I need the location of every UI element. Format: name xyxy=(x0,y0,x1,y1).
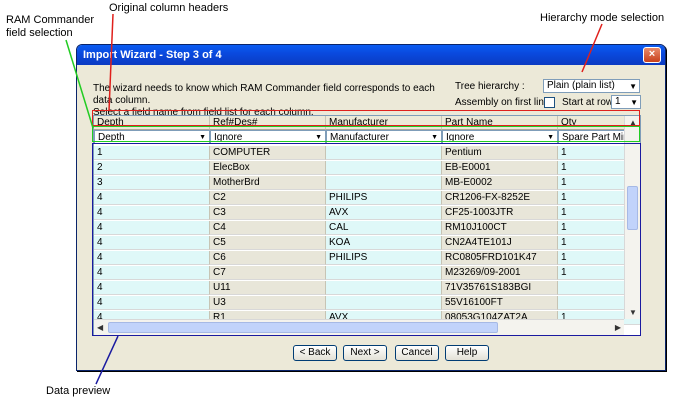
close-icon: × xyxy=(648,48,656,60)
headers-highlight-box xyxy=(92,110,640,126)
fields-highlight-box xyxy=(92,126,640,142)
title-bar: Import Wizard - Step 3 of 4 × xyxy=(77,45,665,65)
chevron-down-icon: ▼ xyxy=(629,82,637,91)
back-button[interactable]: < Back xyxy=(293,345,337,361)
start-at-row-value: 1 xyxy=(615,96,621,107)
preview-highlight-box xyxy=(92,143,641,336)
tree-hierarchy-select[interactable]: Plain (plain list) ▼ xyxy=(543,79,640,93)
callout-ram-field-line2: field selection xyxy=(6,27,73,39)
tree-hierarchy-value: Plain (plain list) xyxy=(547,80,615,91)
tree-hierarchy-label: Tree hierarchy : xyxy=(455,81,525,92)
callout-original-headers: Original column headers xyxy=(109,2,229,14)
callout-data-preview: Data preview xyxy=(46,385,111,397)
assembly-first-line-label: Assembly on first line : xyxy=(455,97,556,108)
close-button[interactable]: × xyxy=(643,47,661,63)
cancel-button[interactable]: Cancel xyxy=(395,345,439,361)
chevron-down-icon: ▼ xyxy=(630,98,638,107)
window-title: Import Wizard - Step 3 of 4 xyxy=(83,49,222,61)
callout-hierarchy: Hierarchy mode selection xyxy=(540,12,665,24)
start-at-row-label: Start at row: xyxy=(562,97,616,108)
instruction-line-1: The wizard needs to know which RAM Comma… xyxy=(93,83,435,106)
next-button[interactable]: Next > xyxy=(343,345,387,361)
assembly-first-line-checkbox[interactable] xyxy=(544,97,555,108)
callout-ram-field-line1: RAM Commander xyxy=(6,14,95,26)
start-at-row-select[interactable]: 1 ▼ xyxy=(611,95,641,109)
help-button[interactable]: Help xyxy=(445,345,489,361)
